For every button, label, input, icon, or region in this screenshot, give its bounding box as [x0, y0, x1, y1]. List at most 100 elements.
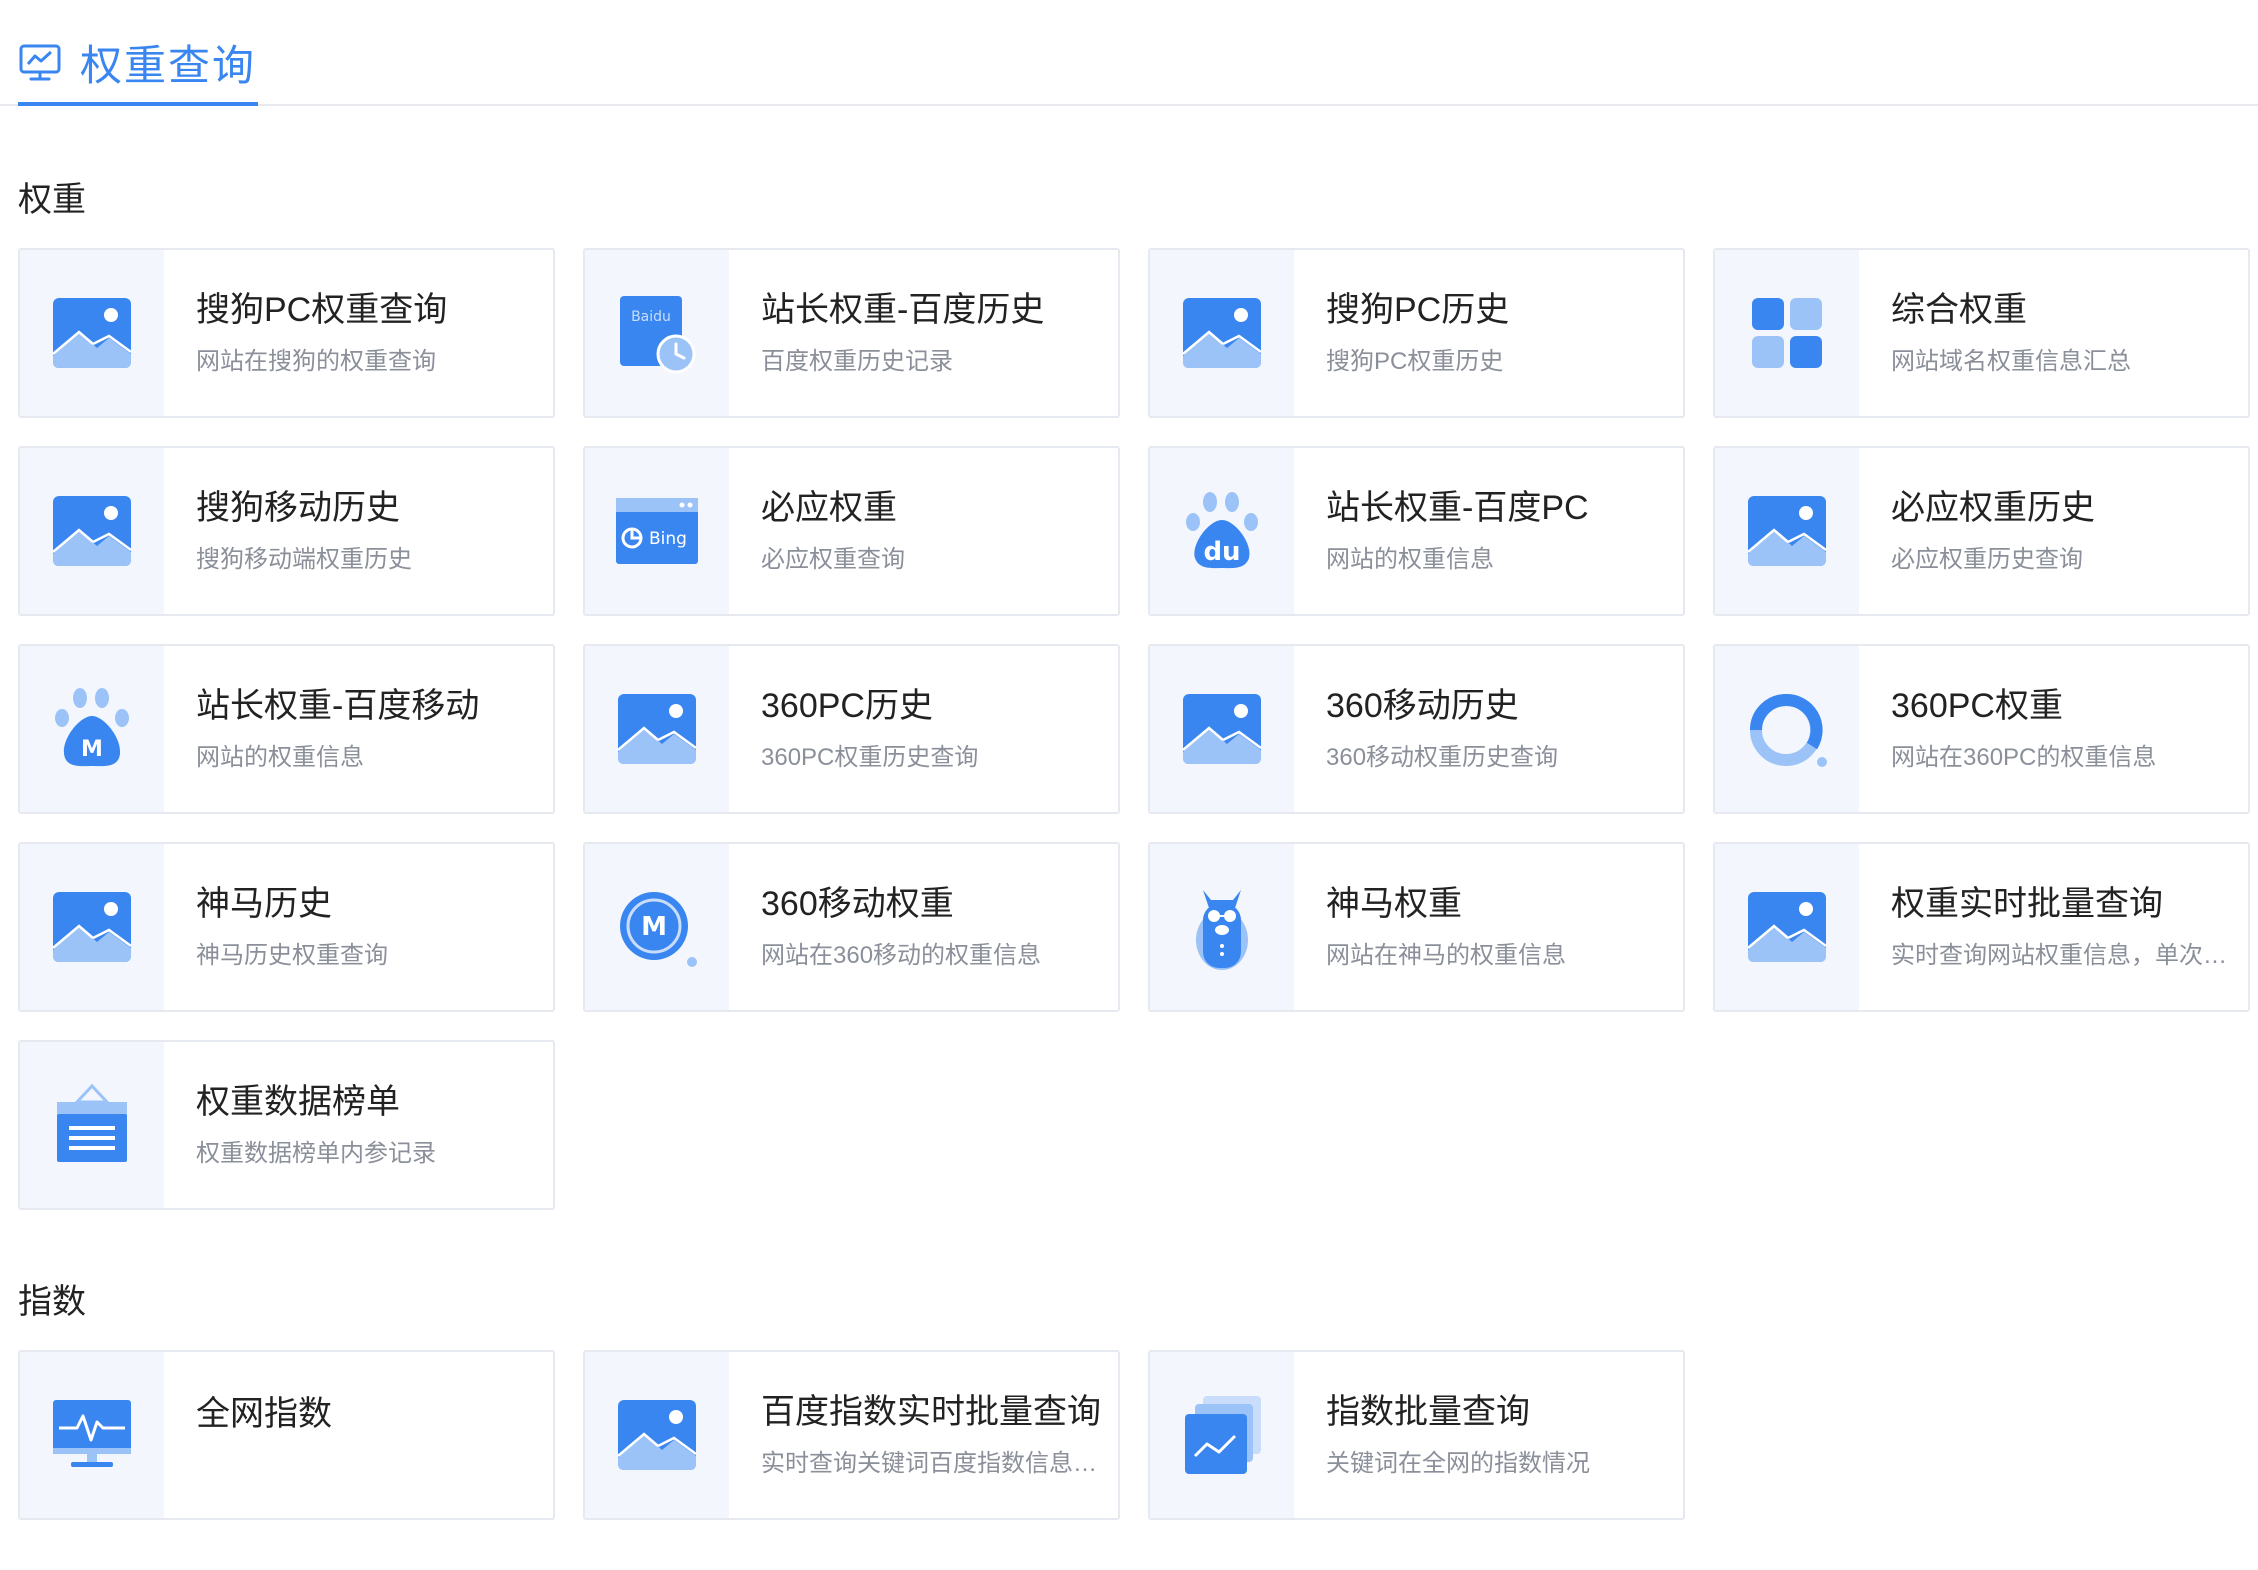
tool-card[interactable]: 360移动历史 360移动权重历史查询	[1148, 644, 1685, 814]
tool-card[interactable]: 神马历史神马历史权重查询	[18, 842, 555, 1012]
tab-weight-query[interactable]: 权重查询	[18, 22, 259, 106]
tool-card[interactable]: Bing 必应权重必应权重查询	[583, 446, 1120, 616]
image-icon	[1747, 496, 1827, 566]
card-text: 站长权重-百度移动 网站的权重信息	[164, 646, 553, 812]
weight-card-grid: 搜狗PC权重查询网站在搜狗的权重查询 Baidu 站长权重-百度历史百度权重历史…	[18, 248, 2250, 1210]
card-title: 必应权重	[761, 489, 897, 527]
card-icon-area	[1715, 250, 1859, 416]
card-icon-area: Baidu	[585, 250, 729, 416]
card-title: 搜狗移动历史	[196, 489, 400, 527]
card-text: 综合权重 网站域名权重信息汇总	[1859, 250, 2248, 416]
card-text: 360移动历史 360移动权重历史查询	[1294, 646, 1683, 812]
tool-card[interactable]: 权重实时批量查询实时查询网站权重信息，单次查询	[1713, 842, 2250, 1012]
tool-card[interactable]: 360PC历史 360PC权重历史查询	[583, 644, 1120, 814]
card-icon-area	[1715, 844, 1859, 1010]
image-icon	[1182, 694, 1262, 764]
card-title: 站长权重-百度历史	[761, 291, 1045, 329]
tool-card[interactable]: du 站长权重-百度PC 网站的权重信息	[1148, 446, 1685, 616]
tool-card[interactable]: 必应权重历史 必应权重历史查询	[1713, 446, 2250, 616]
card-description: 搜狗PC权重历史	[1326, 348, 1504, 375]
stacked-chart-icon	[1185, 1396, 1261, 1474]
card-text: 360PC权重 网站在360PC的权重信息	[1859, 646, 2248, 812]
card-title: 权重数据榜单	[196, 1083, 400, 1121]
baidu-history-icon: Baidu	[620, 296, 696, 374]
card-description: 网站在搜狗的权重查询	[196, 348, 436, 375]
card-text: 必应权重必应权重查询	[729, 448, 1118, 614]
card-title: 360移动历史	[1326, 687, 1519, 725]
card-description: 搜狗移动端权重历史	[196, 546, 412, 573]
card-description: 360移动权重历史查询	[1326, 744, 1559, 771]
card-title: 神马历史	[196, 885, 332, 923]
card-icon-area	[20, 1352, 164, 1518]
monitor-pulse-icon	[53, 1400, 131, 1467]
card-text: 全网指数	[164, 1352, 553, 1518]
card-icon-area	[1150, 250, 1294, 416]
baidu-mobile-paw-icon: M	[55, 688, 129, 767]
card-text: 360移动权重 网站在360移动的权重信息	[729, 844, 1118, 1010]
tool-card[interactable]: 神马权重 网站在神马的权重信息	[1148, 842, 1685, 1012]
tool-card[interactable]: Baidu 站长权重-百度历史百度权重历史记录	[583, 248, 1120, 418]
card-title: 神马权重	[1326, 885, 1462, 923]
card-text: 权重数据榜单权重数据榜单内参记录	[164, 1042, 553, 1208]
card-title: 指数批量查询	[1326, 1393, 1530, 1431]
card-description: 360PC权重历史查询	[761, 744, 979, 771]
tool-card[interactable]: 指数批量查询关键词在全网的指数情况	[1148, 1350, 1685, 1520]
card-icon-area	[20, 1042, 164, 1208]
card-text: 指数批量查询关键词在全网的指数情况	[1294, 1352, 1683, 1518]
card-description: 关键词在全网的指数情况	[1326, 1450, 1590, 1477]
grid-apps-icon	[1752, 298, 1822, 368]
card-icon-area	[1715, 646, 1859, 812]
card-description: 必应权重查询	[761, 546, 905, 573]
svg-text:M: M	[641, 912, 667, 942]
image-icon	[617, 694, 697, 764]
card-icon-area: M	[585, 844, 729, 1010]
card-title: 搜狗PC权重查询	[196, 291, 448, 329]
card-title: 权重实时批量查询	[1891, 885, 2163, 923]
card-text: 搜狗PC权重查询网站在搜狗的权重查询	[164, 250, 553, 416]
card-description: 网站的权重信息	[196, 744, 364, 771]
card-title: 360PC历史	[761, 687, 933, 725]
card-description: 实时查询网站权重信息，单次查询	[1891, 942, 2234, 969]
tool-card[interactable]: 权重数据榜单权重数据榜单内参记录	[18, 1040, 555, 1210]
page-title: 权重查询	[80, 41, 257, 89]
tool-card[interactable]: 全网指数	[18, 1350, 555, 1520]
image-icon	[52, 496, 132, 566]
card-text: 站长权重-百度历史百度权重历史记录	[729, 250, 1118, 416]
image-icon	[617, 1400, 697, 1470]
card-text: 神马权重 网站在神马的权重信息	[1294, 844, 1683, 1010]
monitor-chart-icon	[19, 44, 61, 81]
card-icon-area	[20, 250, 164, 416]
card-icon-area: Bing	[585, 448, 729, 614]
card-text: 百度指数实时批量查询实时查询关键词百度指数信息，单次查询	[729, 1352, 1118, 1518]
tool-card[interactable]: 搜狗PC权重查询网站在搜狗的权重查询	[18, 248, 555, 418]
card-title: 必应权重历史	[1891, 489, 2095, 527]
section-title-weight: 权重	[18, 181, 86, 219]
card-description: 百度权重历史记录	[761, 348, 953, 375]
card-title: 360PC权重	[1891, 687, 2063, 725]
card-text: 神马历史神马历史权重查询	[164, 844, 553, 1010]
svg-text:du: du	[1203, 537, 1240, 567]
bing-window-icon: Bing	[616, 498, 698, 564]
card-title: 全网指数	[196, 1395, 332, 1433]
card-description: 网站在360移动的权重信息	[761, 942, 1042, 969]
tool-card[interactable]: M 360移动权重 网站在360移动的权重信息	[583, 842, 1120, 1012]
tool-card[interactable]: 360PC权重 网站在360PC的权重信息	[1713, 644, 2250, 814]
tool-card[interactable]: 综合权重 网站域名权重信息汇总	[1713, 248, 2250, 418]
tool-card[interactable]: 搜狗移动历史搜狗移动端权重历史	[18, 446, 555, 616]
shenma-alpaca-icon	[1196, 890, 1248, 970]
card-text: 搜狗移动历史搜狗移动端权重历史	[164, 448, 553, 614]
page-header: 权重查询	[0, 0, 2258, 106]
card-text: 必应权重历史 必应权重历史查询	[1859, 448, 2248, 614]
tool-card[interactable]: M 站长权重-百度移动 网站的权重信息	[18, 644, 555, 814]
card-text: 搜狗PC历史 搜狗PC权重历史	[1294, 250, 1683, 416]
image-icon	[52, 892, 132, 962]
card-title: 综合权重	[1891, 291, 2027, 329]
tool-card[interactable]: 百度指数实时批量查询实时查询关键词百度指数信息，单次查询	[583, 1350, 1120, 1520]
card-text: 站长权重-百度PC 网站的权重信息	[1294, 448, 1683, 614]
card-icon-area: M	[20, 646, 164, 812]
tool-card[interactable]: 搜狗PC历史 搜狗PC权重历史	[1148, 248, 1685, 418]
card-title: 百度指数实时批量查询	[761, 1393, 1101, 1431]
svg-text:M: M	[81, 737, 103, 762]
card-description: 神马历史权重查询	[196, 942, 388, 969]
card-description: 权重数据榜单内参记录	[196, 1140, 436, 1167]
